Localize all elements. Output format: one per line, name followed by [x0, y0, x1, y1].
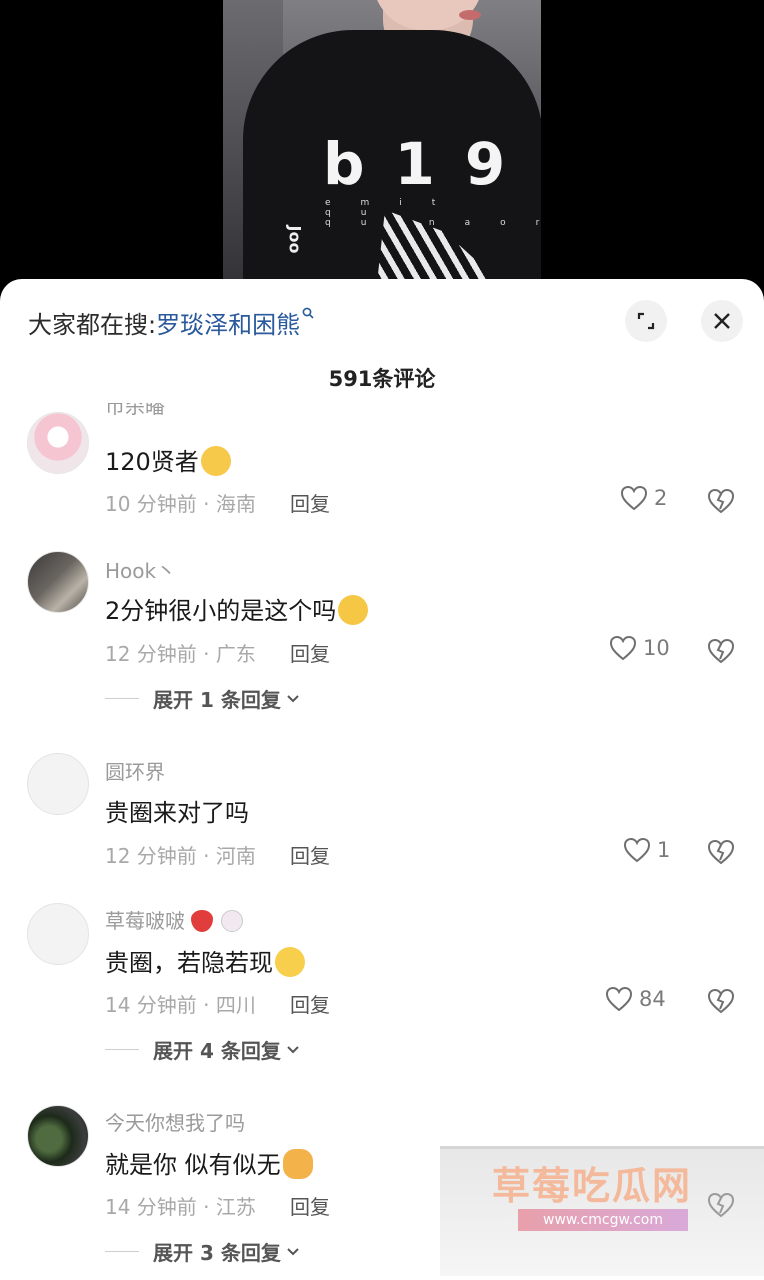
watermark-url: www.cmcgw.com [518, 1209, 688, 1231]
close-icon [714, 313, 730, 329]
expand-replies-label: 展开 4 条回复 [153, 1039, 281, 1063]
chevron-down-icon [287, 1045, 299, 1053]
heart-icon [620, 485, 648, 511]
heart-icon [609, 635, 637, 661]
dislike-icon[interactable] [707, 637, 735, 665]
chevron-down-icon [287, 694, 299, 702]
comment-count-title: 591条评论 [328, 367, 436, 391]
comment-username[interactable]: 圆环界 [105, 756, 165, 785]
expand-replies-label: 展开 1 条回复 [153, 688, 281, 712]
expand-button[interactable] [625, 300, 667, 342]
reply-button[interactable]: 回复 [290, 638, 330, 667]
trending-search[interactable]: 大家都在搜:罗琰泽和困熊 [28, 305, 314, 340]
shirt-print-text: b19 [323, 130, 536, 198]
avatar[interactable] [27, 412, 89, 474]
dislike-icon[interactable] [707, 487, 735, 515]
comment-text-body: 120贤者 [105, 448, 199, 476]
comment-username-text: 草莓啵啵 [105, 909, 185, 933]
video-player[interactable]: b19 emit qu quinaorth Joo [0, 0, 764, 300]
dislike-icon [707, 1192, 735, 1218]
expand-replies-label: 展开 3 条回复 [153, 1241, 281, 1265]
like-button[interactable]: 1 [623, 837, 670, 863]
like-count: 2 [654, 486, 668, 510]
chevron-down-icon [287, 1247, 299, 1255]
heart-icon [605, 986, 633, 1012]
video-shirt: b19 emit qu quinaorth Joo [243, 30, 541, 300]
comment-text-body: 贵圈来对了吗 [105, 799, 249, 827]
dog-face-emoji [282, 1149, 313, 1179]
dizzy-face-emoji [200, 446, 231, 476]
trending-search-term[interactable]: 罗琰泽和困熊 [156, 311, 300, 339]
avatar[interactable] [27, 1105, 89, 1167]
comment-meta: 12 分钟前 · 河南 [105, 844, 256, 868]
watermark-title: 草莓吃瓜网 [492, 1164, 693, 1208]
comment-username[interactable]: Hook丶 [105, 555, 176, 584]
comment-text: 120贤者 [105, 442, 231, 478]
comment-text: 贵圈来对了吗 [105, 793, 249, 828]
video-lip [459, 10, 481, 20]
like-button[interactable]: 10 [609, 635, 670, 661]
divider-line [105, 698, 139, 699]
reply-button[interactable]: 回复 [290, 488, 330, 517]
like-count: 84 [639, 987, 666, 1011]
dislike-icon[interactable] [707, 987, 735, 1015]
sleeve-print-text: Joo [285, 225, 305, 254]
avatar[interactable] [27, 753, 89, 815]
comment-meta: 14 分钟前 · 江苏 [105, 1195, 256, 1219]
comment-meta: 14 分钟前 · 四川 [105, 993, 256, 1017]
avatar[interactable] [27, 903, 89, 965]
avatar[interactable] [27, 551, 89, 613]
expand-replies-button[interactable]: 展开 4 条回复 [105, 1035, 301, 1064]
comment-meta: 10 分钟前 · 海南 [105, 492, 256, 516]
comment-text: 贵圈，若隐若现 [105, 943, 305, 979]
like-count: 1 [657, 838, 671, 862]
search-icon [302, 307, 314, 319]
comment-username[interactable]: 草莓啵啵 [105, 905, 243, 934]
laughing-face-emoji [275, 947, 305, 977]
strawberry-emoji [191, 909, 213, 932]
like-button[interactable]: 2 [620, 485, 667, 511]
expand-replies-button[interactable]: 展开 3 条回复 [105, 1237, 301, 1266]
video-frame: b19 emit qu quinaorth Joo [223, 0, 541, 300]
watermark-overlay: 草莓吃瓜网 www.cmcgw.com [440, 1146, 764, 1276]
comment-text-body: 贵圈，若隐若现 [105, 949, 273, 977]
comment-text-body: 2分钟很小的是这个吗 [105, 597, 337, 625]
expand-icon [637, 312, 655, 330]
heart-icon [623, 837, 651, 863]
like-button[interactable]: 84 [605, 986, 666, 1012]
like-count: 10 [643, 636, 670, 660]
comment-meta: 12 分钟前 · 广东 [105, 642, 256, 666]
divider-line [105, 1251, 139, 1252]
expand-replies-button[interactable]: 展开 1 条回复 [105, 684, 301, 713]
comment-text: 就是你 似有似无 [105, 1145, 313, 1181]
comments-sheet: 大家都在搜:罗琰泽和困熊 591条评论 币杀皤 120贤者 10 分钟前 · 海… [0, 279, 764, 1280]
reply-button[interactable]: 回复 [290, 1191, 330, 1220]
trending-search-prefix: 大家都在搜: [28, 311, 157, 339]
reply-button[interactable]: 回复 [290, 989, 330, 1018]
close-button[interactable] [701, 300, 743, 342]
comment-text: 2分钟很小的是这个吗 [105, 591, 369, 627]
comment-username[interactable]: 币杀皤 [105, 403, 165, 417]
dislike-icon[interactable] [707, 838, 735, 866]
rabbit-emoji [221, 909, 243, 932]
thinking-face-emoji [338, 595, 369, 625]
reply-button[interactable]: 回复 [290, 840, 330, 869]
divider-line [105, 1049, 139, 1050]
comment-text-body: 就是你 似有似无 [105, 1151, 281, 1179]
comment-username[interactable]: 今天你想我了吗 [105, 1107, 245, 1136]
